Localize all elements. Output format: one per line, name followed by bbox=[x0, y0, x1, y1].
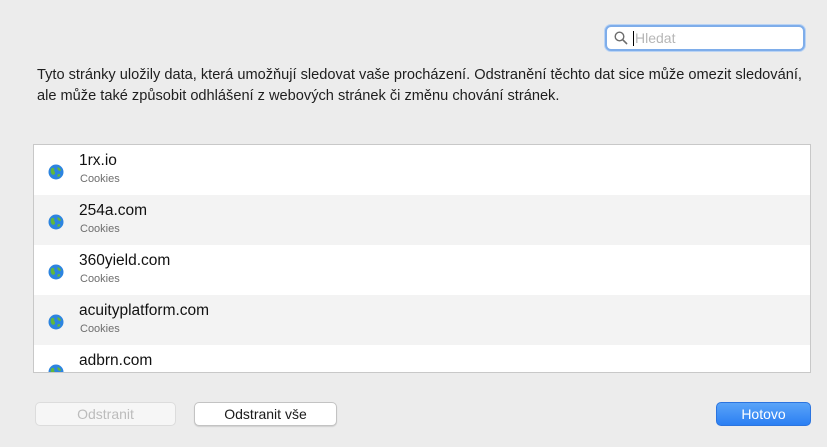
site-data-type: Cookies bbox=[80, 173, 120, 185]
globe-icon bbox=[48, 314, 64, 330]
list-item[interactable]: 254a.com Cookies bbox=[34, 195, 810, 245]
magnifier-icon bbox=[611, 28, 631, 48]
search-input[interactable] bbox=[634, 30, 785, 46]
site-domain: 254a.com bbox=[79, 202, 148, 219]
list-item[interactable]: 360yield.com Cookies bbox=[34, 245, 810, 295]
site-domain: acuityplatform.com bbox=[79, 302, 210, 319]
search-field[interactable] bbox=[605, 25, 805, 51]
done-button[interactable]: Hotovo bbox=[716, 402, 811, 426]
remove-button[interactable]: Odstranit bbox=[35, 402, 176, 426]
description-text: Tyto stránky uložily data, která umožňuj… bbox=[37, 67, 802, 104]
site-domain: adbrn.com bbox=[79, 352, 153, 369]
site-domain: 360yield.com bbox=[79, 252, 171, 269]
site-data-type: Cookies bbox=[80, 273, 120, 285]
site-data-type: Cookies bbox=[80, 223, 120, 235]
globe-icon bbox=[48, 164, 64, 180]
globe-icon bbox=[48, 264, 64, 280]
remove-all-button[interactable]: Odstranit vše bbox=[194, 402, 337, 426]
site-data-type: Cookies bbox=[80, 323, 120, 335]
site-domain: 1rx.io bbox=[79, 152, 117, 169]
website-data-list[interactable]: 1rx.io Cookies 254a.com Cookies 360yield… bbox=[33, 144, 811, 373]
list-item[interactable]: 1rx.io Cookies bbox=[34, 145, 810, 195]
list-item[interactable]: acuityplatform.com Cookies bbox=[34, 295, 810, 345]
globe-icon bbox=[48, 364, 64, 372]
list-item[interactable]: adbrn.com bbox=[34, 345, 810, 372]
globe-icon bbox=[48, 214, 64, 230]
